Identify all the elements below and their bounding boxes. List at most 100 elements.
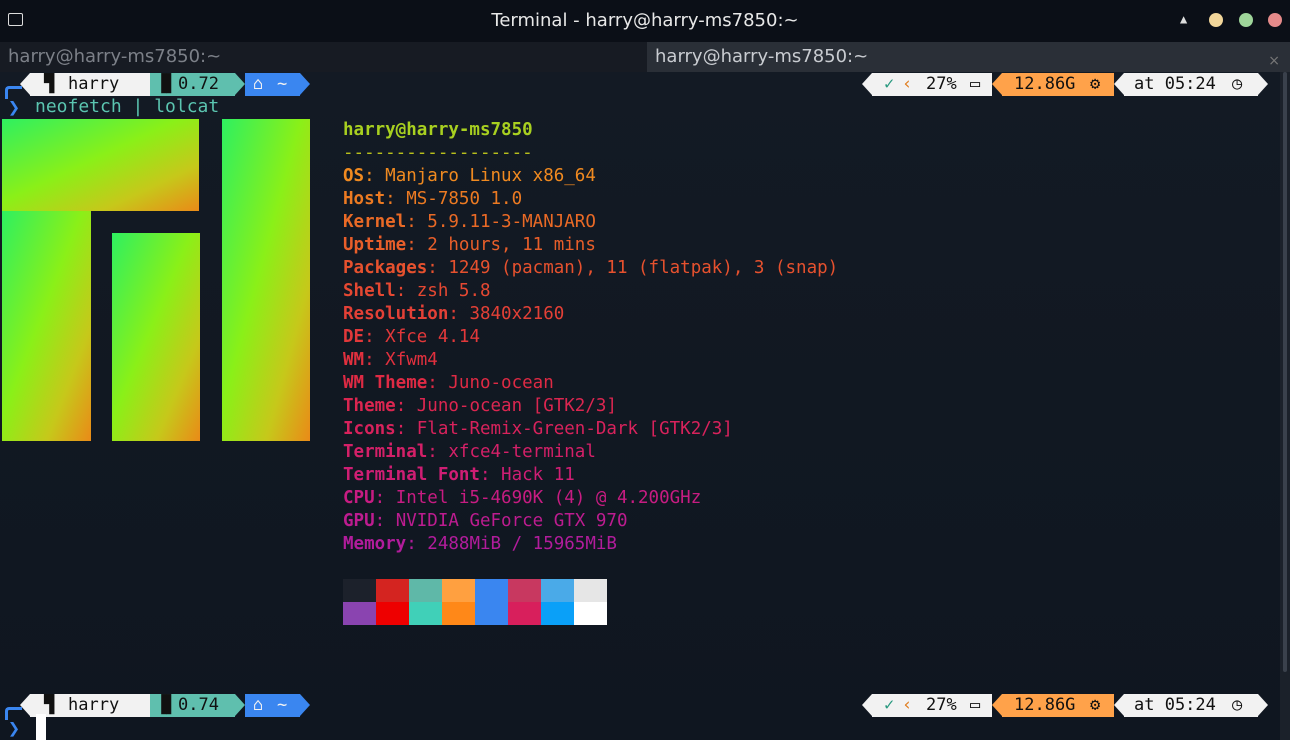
prompt-cpu: 27% [926,695,957,715]
color-swatch [442,602,475,625]
chevron-left-icon: ‹ [902,74,913,94]
maximize-button[interactable] [1239,13,1253,27]
prompt-dir: ~ [277,74,288,94]
tab-terminal-2[interactable]: harry@harry-ms7850:~ × [647,42,1290,72]
color-swatch [475,579,508,602]
bar-chart-icon: ▐▌ [156,74,177,94]
status-check: ✓ [884,74,895,94]
neofetch-row: DE: Xfce 4.14 [343,327,480,347]
neofetch-row: Packages: 1249 (pacman), 11 (flatpak), 3… [343,258,839,278]
scrollbar-thumb[interactable] [1283,72,1287,672]
neofetch-row: Theme: Juno-ocean [GTK2/3] [343,396,617,416]
neofetch-key: Memory [343,534,407,554]
neofetch-key: WM Theme [343,373,428,393]
color-swatch [376,602,409,625]
neofetch-row: Terminal Font: Hack 11 [343,465,575,485]
prompt-user-segment: ▜ harry [30,694,150,717]
title-bar: Terminal - harry@harry-ms7850:~ ▲ [0,0,1290,42]
prompt-time-segment: at 05:24 ◷ [1124,73,1258,96]
neofetch-row: WM: Xfwm4 [343,350,438,370]
neofetch-key: WM [343,350,365,370]
neofetch-row: Memory: 2488MiB / 15965MiB [343,534,617,554]
prompt-load-segment: ▐▌ 0.74 [150,694,235,717]
prompt-user-segment: ▜ harry [30,73,150,96]
neofetch-value: 2 hours, 11 mins [427,235,596,255]
neofetch-key: CPU [343,488,375,508]
prompt-load: 0.72 [178,74,219,94]
neofetch-row: Kernel: 5.9.11-3-MANJARO [343,212,596,232]
prompt-arrow-icon: ❯ [8,716,21,740]
prompt-status-segment: ✓ ‹ 27% ▭ [872,73,992,96]
prompt-time: at 05:24 [1134,74,1216,94]
tab-terminal-1[interactable]: harry@harry-ms7850:~ [0,42,647,72]
prompt-time: at 05:24 [1134,695,1216,715]
neofetch-value: Hack 11 [501,465,575,485]
status-check: ✓ [884,695,895,715]
chevron-left-icon: ‹ [902,695,913,715]
color-swatch [508,579,541,602]
window-title: Terminal - harry@harry-ms7850:~ [491,10,799,31]
prompt-load: 0.74 [178,695,219,715]
text-cursor [36,714,46,740]
neofetch-key: OS [343,166,365,186]
neofetch-value: Intel i5-4690K (4) @ 4.200GHz [395,488,702,508]
prompt-mem: 12.86G [1014,74,1076,94]
neofetch-key: Shell [343,281,396,301]
prompt-mem-segment: 12.86G ⚙ [1002,73,1114,96]
tab-label: harry@harry-ms7850:~ [655,46,869,67]
neofetch-value: Flat-Remix-Green-Dark [GTK2/3] [416,419,733,439]
home-icon: ⌂ [253,695,264,715]
color-swatch [343,579,376,602]
neofetch-key: Uptime [343,235,407,255]
neofetch-value: zsh 5.8 [416,281,491,301]
neofetch-separator: ------------------ [343,143,533,163]
neofetch-value: Juno-ocean [448,373,554,393]
neofetch-value: 2488MiB / 15965MiB [427,534,617,554]
neofetch-key: Terminal Font [343,465,480,485]
prompt-user: harry [68,74,120,94]
neofetch-row: OS: Manjaro Linux x86_64 [343,166,596,186]
neofetch-value: MS-7850 1.0 [406,189,523,209]
neofetch-key: Host [343,189,386,209]
neofetch-value: Xfce 4.14 [385,327,480,347]
neofetch-header: harry@harry-ms7850 [343,120,533,140]
prompt-time-segment: at 05:24 ◷ [1124,694,1258,717]
neofetch-key: GPU [343,511,375,531]
disk-icon: ▭ [970,74,981,94]
neofetch-value: Manjaro Linux x86_64 [385,166,596,186]
color-swatch [409,579,442,602]
prompt-arrow-icon: ❯ [8,95,21,119]
neofetch-key: Icons [343,419,396,439]
neofetch-row: Uptime: 2 hours, 11 mins [343,235,596,255]
color-swatch [409,602,442,625]
disk-icon: ▭ [970,695,981,715]
color-swatch [442,579,475,602]
neofetch-value: Juno-ocean [GTK2/3] [416,396,617,416]
prompt-dir: ~ [277,695,288,715]
minimize-button[interactable] [1209,13,1223,27]
home-icon: ⌂ [253,74,264,94]
chip-icon: ⚙ [1090,695,1101,715]
manjaro-logo [2,119,310,441]
chip-icon: ⚙ [1090,74,1101,94]
neofetch-row: Shell: zsh 5.8 [343,281,491,301]
color-swatch [541,579,574,602]
color-swatch [376,579,409,602]
clock-icon: ◷ [1232,695,1243,715]
neofetch-row: WM Theme: Juno-ocean [343,373,554,393]
command-text: neofetch | lolcat [35,96,220,117]
neofetch-value: 3840x2160 [469,304,565,324]
neofetch-key: Kernel [343,212,407,232]
prompt-load-segment: ▐▌ 0.72 [150,73,235,96]
keep-above-icon[interactable]: ▲ [1180,12,1187,26]
color-swatch [508,602,541,625]
tab-bar: harry@harry-ms7850:~ harry@harry-ms7850:… [0,42,1290,72]
tab-label: harry@harry-ms7850:~ [8,46,222,67]
neofetch-row: Icons: Flat-Remix-Green-Dark [GTK2/3] [343,419,733,439]
neofetch-value: xfce4-terminal [448,442,596,462]
color-swatch [574,579,607,602]
clock-icon: ◷ [1232,74,1243,94]
close-button[interactable] [1268,13,1282,27]
neofetch-key: Terminal [343,442,428,462]
prompt-mem: 12.86G [1014,695,1076,715]
